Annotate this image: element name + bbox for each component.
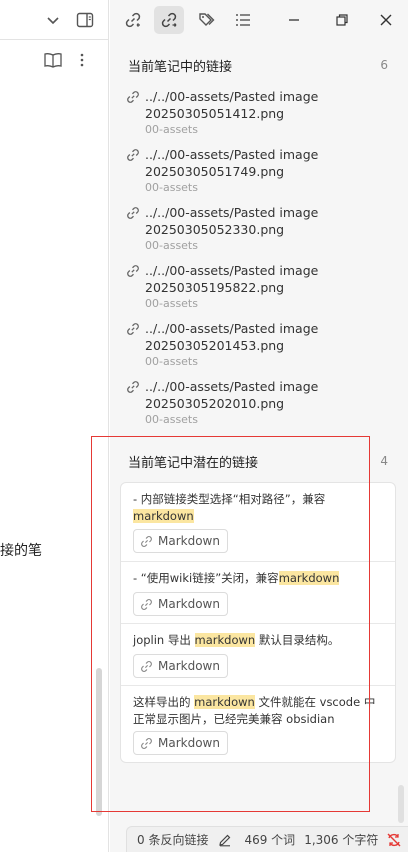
link-path[interactable]: ../../00-assets/Pasted image 20250305051…: [145, 146, 395, 180]
mention-match-highlight: markdown: [194, 695, 255, 709]
mention-context[interactable]: 这样导出的 markdown 文件就能在 vscode 中正常显示图片，已经完美…: [133, 694, 385, 728]
link-folder: 00-assets: [145, 181, 198, 194]
link-icon: [127, 149, 139, 161]
sync-status-button[interactable]: [386, 832, 402, 848]
minimize-icon: [289, 19, 299, 21]
link-path[interactable]: ../../00-assets/Pasted image 20250305052…: [145, 204, 395, 238]
status-bar: 0 条反向链接 469 个词 1,306 个字符: [126, 826, 408, 852]
mention-match-highlight: markdown: [194, 633, 256, 647]
outgoing-links-count: 6: [380, 58, 388, 72]
link-folder: 00-assets: [145, 355, 198, 368]
minimize-button[interactable]: [282, 8, 306, 32]
link-path[interactable]: ../../00-assets/Pasted image 20250305051…: [145, 88, 395, 122]
unlinked-mention-item[interactable]: 这样导出的 markdown 文件就能在 vscode 中正常显示图片，已经完美…: [121, 686, 395, 762]
close-button[interactable]: [374, 8, 398, 32]
mention-text-before: - 内部链接类型选择“相对路径”，兼容: [133, 492, 326, 506]
link-folder: 00-assets: [145, 123, 198, 136]
link-icon: [127, 91, 139, 103]
unlinked-mention-item[interactable]: - 内部链接类型选择“相对路径”，兼容 markdown Markdown: [121, 483, 395, 562]
mention-context[interactable]: - 内部链接类型选择“相对路径”，兼容 markdown: [133, 491, 385, 525]
link-mention-label: Markdown: [158, 736, 220, 750]
tags-icon: [199, 13, 215, 26]
backlinks-icon: [125, 12, 141, 28]
unlinked-mentions-title[interactable]: 当前笔记中潜在的链接: [128, 452, 258, 471]
editor-pane: 接的笔: [0, 0, 109, 852]
editor-tab-header: [0, 0, 109, 40]
link-icon: [141, 737, 152, 749]
more-options-icon[interactable]: [79, 52, 85, 68]
link-icon: [127, 265, 139, 277]
link-folder: 00-assets: [145, 413, 198, 426]
link-mention-button[interactable]: Markdown: [133, 592, 228, 616]
unlinked-mentions-list: - 内部链接类型选择“相对路径”，兼容 markdown Markdown - “使…: [120, 482, 396, 763]
link-mention-button[interactable]: Markdown: [133, 529, 228, 553]
pencil-icon: [219, 834, 231, 846]
link-folder: 00-assets: [145, 239, 198, 252]
chevron-down-icon[interactable]: [45, 12, 61, 28]
link-icon: [127, 381, 139, 393]
link-icon: [127, 207, 139, 219]
mention-text-before: - “使用wiki链接”关闭，兼容: [133, 571, 279, 585]
mention-text-after: 默认目录结构。: [255, 633, 340, 647]
backlinks-tab[interactable]: [118, 6, 148, 34]
link-path[interactable]: ../../00-assets/Pasted image 20250305201…: [145, 320, 395, 354]
backlinks-count-status[interactable]: 0 条反向链接: [137, 831, 208, 848]
mention-context[interactable]: joplin 导出 markdown 默认目录结构。: [133, 632, 385, 649]
mention-match-highlight: markdown: [133, 509, 194, 523]
sync-off-icon: [387, 833, 401, 846]
outline-icon: [236, 14, 250, 26]
mention-context[interactable]: - “使用wiki链接”关闭，兼容markdown: [133, 570, 385, 587]
outline-tab[interactable]: [228, 6, 258, 34]
unlinked-mention-item[interactable]: joplin 导出 markdown 默认目录结构。 Markdown: [121, 624, 395, 686]
close-icon: [380, 14, 392, 26]
link-mention-label: Markdown: [158, 659, 220, 673]
outgoing-links-title[interactable]: 当前笔记中的链接: [128, 56, 232, 75]
editor-scrollbar[interactable]: [96, 668, 102, 816]
link-icon: [141, 598, 152, 610]
char-count-status: 1,306 个字符: [304, 833, 379, 847]
link-icon: [141, 535, 152, 547]
restore-button[interactable]: [330, 8, 354, 32]
mention-match-highlight: markdown: [278, 571, 340, 585]
restore-icon: [336, 14, 348, 26]
word-count-status: 469 个词: [244, 833, 296, 847]
link-mention-button[interactable]: Markdown: [133, 731, 228, 755]
link-icon: [127, 323, 139, 335]
editor-text-fragment[interactable]: 接的笔: [0, 540, 42, 560]
links-panel: 当前笔记中的链接 6 ../../00-assets/Pasted image …: [110, 0, 408, 852]
outgoing-links-icon: [161, 12, 177, 28]
panel-scrollbar[interactable]: [398, 785, 404, 823]
right-sidebar-toggle-icon[interactable]: [76, 11, 94, 29]
panel-toolbar: [110, 0, 408, 40]
link-path[interactable]: ../../00-assets/Pasted image 20250305195…: [145, 262, 395, 296]
unlinked-mentions-count: 4: [380, 454, 388, 468]
link-mention-button[interactable]: Markdown: [133, 654, 228, 678]
mention-text-before: 这样导出的: [133, 695, 195, 709]
tags-tab[interactable]: [192, 6, 222, 34]
link-icon: [141, 660, 152, 672]
link-mention-label: Markdown: [158, 597, 220, 611]
link-mention-label: Markdown: [158, 534, 220, 548]
edit-mode-button[interactable]: [218, 833, 232, 847]
reading-view-icon[interactable]: [44, 52, 62, 68]
link-path[interactable]: ../../00-assets/Pasted image 20250305202…: [145, 378, 395, 412]
unlinked-mention-item[interactable]: - “使用wiki链接”关闭，兼容markdown Markdown: [121, 562, 395, 624]
mention-text-before: joplin 导出: [133, 633, 195, 647]
link-folder: 00-assets: [145, 297, 198, 310]
outgoing-links-tab[interactable]: [154, 6, 184, 34]
